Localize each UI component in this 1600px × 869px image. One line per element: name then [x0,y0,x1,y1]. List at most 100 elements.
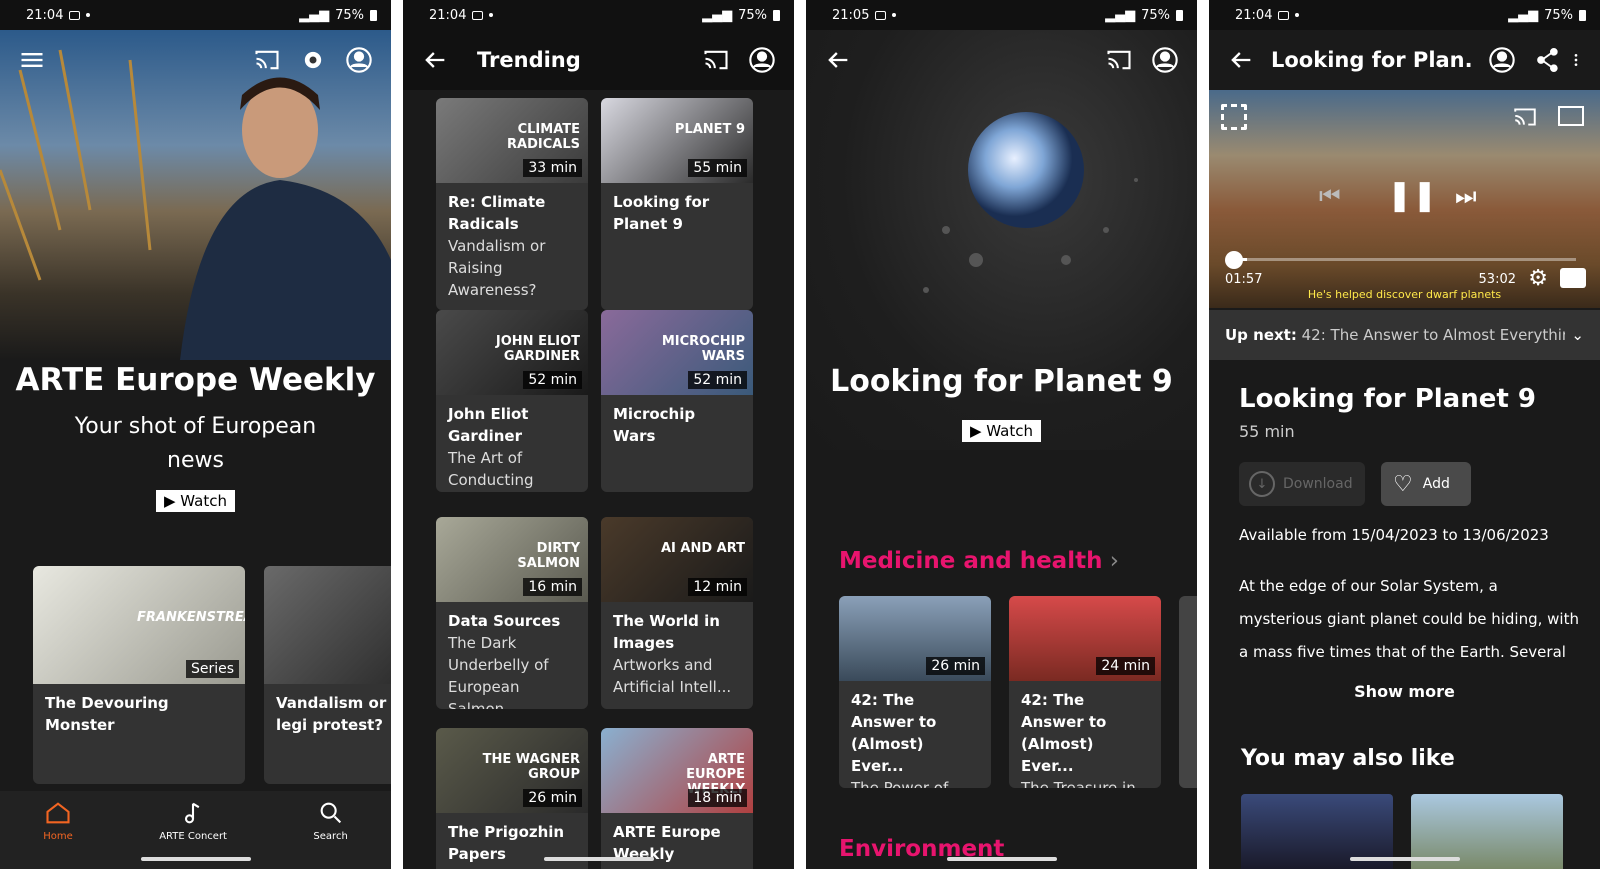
download-icon: ↓ [1249,471,1275,497]
status-bar: 21:04 ▂▄▆ 75% [0,0,391,30]
program-card[interactable]: 24 min 42: The Answer to (Almost) Ever..… [1009,596,1161,788]
gear-icon[interactable] [297,44,329,76]
thumbnail-overlay-text: FRANKENSTREAM [137,610,245,625]
profile-icon[interactable] [1149,44,1181,76]
section-medicine-health[interactable]: Medicine and health › [839,548,1119,574]
back-arrow-icon[interactable] [822,44,854,76]
card-subtitle: Artworks and Artificial Intell... [613,656,732,696]
thumbnail-overlay-text: CLIMATE RADICALS [507,122,580,152]
cast-icon[interactable] [700,44,732,76]
card-title: John Eliot Gardiner [448,405,529,445]
profile-icon[interactable] [343,44,375,76]
status-time: 21:04 [429,7,467,23]
battery-level: 75% [1544,7,1573,23]
home-card[interactable]: FRANKENSTREAM Series The Devouring Monst… [33,566,245,784]
share-icon[interactable] [1532,44,1564,76]
card-subtitle: The Art of Conducting [448,449,534,489]
card-subtitle: The Treasure in Our Sewers [1021,779,1136,788]
player-screen: 21:04 ▂▄▆ 75% Looking for Plan... ⏮ ❚❚ ⏭ … [1209,0,1600,869]
trending-card[interactable]: AI AND ART 12 min The World in Images Artwo… [601,517,753,709]
play-icon: ▶ [163,492,181,510]
search-icon [320,802,341,824]
add-label: Add [1422,476,1450,492]
thumbnail-overlay-text: PLANET 9 [674,122,745,137]
card-thumbnail: FRANKENSTREAM Series [33,566,245,684]
previous-icon[interactable]: ⏮ [1319,182,1341,210]
download-button[interactable]: ↓ Download [1239,462,1365,506]
video-player[interactable]: ⏮ ❚❚ ⏭ 01:57 53:02 He's helped discover … [1209,90,1600,308]
battery-icon [370,9,377,21]
trending-topbar: Trending [403,30,794,90]
back-arrow-icon[interactable] [419,44,451,76]
up-next-bar[interactable]: Up next: 42: The Answer to Almost Everyt… [1209,310,1600,360]
profile-icon[interactable] [746,44,778,76]
card-thumbnail: PLANET 9 55 min [601,98,753,183]
cast-icon[interactable] [251,44,283,76]
trending-card[interactable]: CLIMATE RADICALS 33 min Re: Climate Radica… [436,98,588,310]
elapsed-time: 01:57 [1225,272,1263,287]
battery-icon [1579,9,1586,21]
status-bar: 21:05 ▂▄▆ 75% [806,0,1197,30]
episode-title: Looking for Planet 9 [1239,384,1536,414]
watch-button[interactable]: ▶ Watch [961,420,1041,442]
next-icon[interactable]: ⏭ [1455,182,1477,210]
pip-icon[interactable] [1558,106,1584,126]
card-thumbnail: MICROCHIP WARS 52 min [601,310,753,395]
trending-card[interactable]: MICROCHIP WARS 52 min Microchip Wars [601,310,753,492]
thumbnail-overlay-text: AI AND ART [660,541,745,556]
page-title: Looking for Plan... [1271,48,1472,72]
program-card-partial[interactable] [1179,596,1197,788]
trending-card[interactable]: THE WAGNER GROUP 26 min The Prigozhin Pape… [436,728,588,869]
gesture-bar [946,857,1057,861]
pause-icon[interactable]: ❚❚ [1387,178,1437,213]
battery-level: 75% [738,7,767,23]
hero-watch-button[interactable]: ▶ Watch [155,490,235,512]
trending-card[interactable]: JOHN ELIOT GARDINER 52 min John Eliot Gard… [436,310,588,492]
status-time: 21:04 [26,7,64,23]
nav-concert[interactable]: ARTE Concert [159,799,227,842]
back-arrow-icon[interactable] [1225,44,1257,76]
trending-card[interactable]: ARTE EUROPE WEEKLY18 minARTE Europe Week… [601,728,753,869]
battery-icon [773,9,780,21]
status-bar: 21:04 ▂▄▆ 75% [1209,0,1600,30]
add-button[interactable]: ♡ Add [1381,462,1471,506]
trending-card[interactable]: DIRTY SALMON 16 min Data Sources The Dark U… [436,517,588,709]
settings-gear-icon[interactable]: ⚙ [1528,266,1548,291]
chevron-down-icon[interactable]: ⌄ [1571,326,1584,344]
thumbnail-overlay-text: JOHN ELIOT GARDINER [495,334,580,364]
cast-icon[interactable] [1103,44,1135,76]
total-time: 53:02 [1478,272,1516,287]
nav-label: ARTE Concert [159,831,227,842]
nav-label: Search [313,831,348,842]
program-card[interactable]: 26 min 42: The Answer to (Almost) Ever..… [839,596,991,788]
duration-badge: 24 min [1096,657,1155,675]
duration-badge: 55 min [688,159,747,177]
progress-track[interactable] [1233,258,1576,261]
menu-icon[interactable] [16,44,48,76]
status-bar: 21:04 ▂▄▆ 75% [403,0,794,30]
scrubber-handle[interactable] [1225,251,1243,269]
card-thumbnail: AI AND ART 12 min [601,517,753,602]
home-screen: 21:04 ▂▄▆ 75% ARTE Europe Weekly Your sho… [0,0,391,869]
play-icon: ▶ [969,422,987,440]
player-topbar: Looking for Plan... [1209,30,1600,90]
profile-icon[interactable] [1486,44,1518,76]
show-more-link[interactable]: Show more [1209,682,1600,701]
up-next-title: 42: The Answer to Almost Everythin... [1301,326,1566,344]
status-time: 21:05 [832,7,870,23]
up-next-label: Up next: [1225,326,1297,344]
duration-badge: 52 min [523,371,582,389]
subtitles-icon[interactable] [1560,268,1586,288]
hero-subtitle: Your shot of European news [74,414,317,473]
home-icon [46,802,70,824]
duration-badge: 12 min [688,578,747,596]
more-vert-icon[interactable] [1568,44,1584,76]
fullscreen-icon[interactable] [1221,104,1247,130]
card-title: Vandalism or legi protest? [276,694,387,734]
trending-card[interactable]: PLANET 9 55 min Looking for Planet 9 [601,98,753,310]
nav-home[interactable]: Home [43,799,73,842]
home-card[interactable]: Vandalism or legi protest? [264,566,391,784]
hero-title: ARTE Europe Weekly [15,362,376,398]
nav-search[interactable]: Search [313,799,348,842]
cast-icon[interactable] [1512,104,1538,134]
